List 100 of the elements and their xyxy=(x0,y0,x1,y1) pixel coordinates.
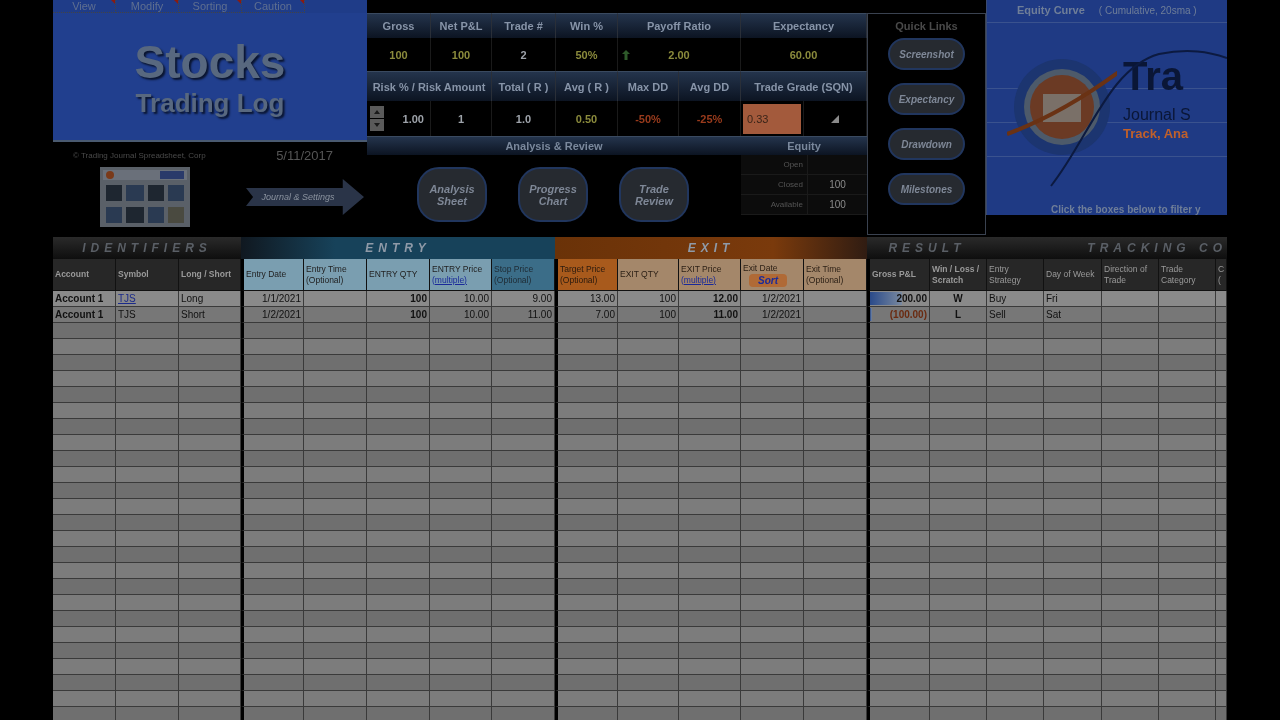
header-label: ENTRY Price xyxy=(432,263,484,275)
chart-subtitle: ( Cumulative, 20sma ) xyxy=(1098,5,1197,16)
stat-header: Avg DD xyxy=(679,71,741,101)
header-note: Category xyxy=(1161,274,1197,286)
equity-label: Available xyxy=(741,195,808,214)
quick-link-button[interactable]: Milestones xyxy=(888,173,965,205)
header-label: Stop Price xyxy=(494,263,535,275)
multiple-link[interactable]: (multiple) xyxy=(681,274,738,286)
menu-tab[interactable]: Modify xyxy=(116,0,179,13)
stat-value: 100 xyxy=(389,48,408,61)
column-header: Account xyxy=(53,259,116,291)
header-note: ( xyxy=(1218,274,1222,286)
date-text: 5/11/2017 xyxy=(276,148,333,163)
header-label: Direction of xyxy=(1104,263,1148,275)
column-header: Day of Week xyxy=(1044,259,1102,291)
logo-tagline: Track, Ana xyxy=(1123,126,1189,141)
analysis-button[interactable]: Trade Review xyxy=(619,167,689,222)
column-header: Symbol xyxy=(116,259,179,291)
stat-header: Total ( R ) xyxy=(492,71,556,101)
sort-button[interactable]: Sort xyxy=(749,273,787,287)
section-header: Equity xyxy=(741,136,867,155)
header-note: (Optional) xyxy=(306,274,345,286)
up-triangle-icon xyxy=(374,110,380,114)
stat-value: 2 xyxy=(520,48,527,61)
spin-down-button[interactable] xyxy=(370,119,384,131)
title-text: Stocks xyxy=(134,35,286,88)
header-note: Scratch xyxy=(932,274,965,286)
stat-header: Gross xyxy=(367,13,431,38)
quick-link-button[interactable]: Screenshot xyxy=(888,38,965,70)
logo-text: Journal S xyxy=(1123,106,1191,124)
stat-header: Expectancy xyxy=(741,13,867,38)
stat-header: Risk % / Risk Amount xyxy=(367,71,492,101)
analysis-button[interactable]: Progress Chart xyxy=(518,167,588,222)
analysis-button[interactable]: Analysis Sheet xyxy=(417,167,487,222)
quick-link-button[interactable]: Expectancy xyxy=(888,83,965,115)
menu-tab[interactable]: Caution xyxy=(242,0,305,13)
header-note: Trade xyxy=(1104,274,1127,286)
logo-text: Tra xyxy=(1123,54,1184,99)
header-label: Target Price xyxy=(560,263,607,275)
section-header: Analysis & Review xyxy=(367,136,741,155)
stat-value: -25% xyxy=(696,112,723,125)
equity-label: Open xyxy=(741,155,808,174)
equity-label: Closed xyxy=(741,175,808,194)
stat-header: Payoff Ratio xyxy=(618,13,741,38)
down-triangle-icon xyxy=(374,123,380,127)
menu-tab[interactable]: Sorting xyxy=(179,0,242,13)
chart-title: Equity Curve xyxy=(1017,4,1085,16)
spin-up-button[interactable] xyxy=(370,106,384,118)
stat-value: 1.0 xyxy=(515,112,532,125)
stat-value: 100 xyxy=(451,48,471,61)
equity-value: 100 xyxy=(828,198,847,212)
header-label: Entry Time xyxy=(306,263,348,275)
subtitle-text: Trading Log xyxy=(135,87,285,118)
stat-value: 1.00 xyxy=(402,112,424,125)
stat-value: 0.50 xyxy=(575,112,598,125)
chart-note: Click the boxes below to filter y xyxy=(1051,204,1201,215)
column-header: ENTRY QTY xyxy=(367,259,430,291)
stat-value: 2.00 xyxy=(668,48,690,61)
table-cell-text: (100.00) xyxy=(888,308,928,322)
header-note: Strategy xyxy=(989,274,1022,286)
header-note: (Optional) xyxy=(494,274,533,286)
column-header: Long / Short xyxy=(179,259,241,291)
stat-value: -50% xyxy=(635,112,661,125)
section-band: ENTRY xyxy=(241,237,555,259)
grade-value: 0.33 xyxy=(743,103,801,134)
section-band: RESULT xyxy=(867,237,987,259)
stat-value: 1 xyxy=(457,112,465,125)
stat-header: Trade Grade (SQN) xyxy=(741,71,867,101)
section-band: TRACKING CO xyxy=(987,237,1227,259)
multiple-link[interactable]: (multiple) xyxy=(432,274,489,286)
stat-header: Net P&L xyxy=(431,13,492,38)
header-note: (Optional) xyxy=(560,274,599,286)
signal-icon xyxy=(831,114,839,123)
stat-header: Win % xyxy=(556,13,618,38)
header-label: C xyxy=(1218,263,1224,275)
header-label: Trade xyxy=(1161,263,1184,275)
equity-value: 100 xyxy=(828,178,847,192)
stat-header: Avg ( R ) xyxy=(556,71,618,101)
up-arrow-icon xyxy=(622,50,630,60)
panel-title: Quick Links xyxy=(895,20,958,32)
header-label: Exit Date xyxy=(743,262,779,274)
stat-header: Trade # xyxy=(492,13,556,38)
header-label: Entry xyxy=(989,263,1010,275)
quick-link-button[interactable]: Drawdown xyxy=(888,128,965,160)
copyright-text: © Trading Journal Spreadsheet, Corp xyxy=(73,151,206,160)
header-label: Win / Loss / xyxy=(932,263,981,275)
column-header: Entry Date xyxy=(241,259,304,291)
stat-header: Max DD xyxy=(618,71,679,101)
table-cell-text: 200.00 xyxy=(895,292,928,306)
journal-settings-button[interactable]: Journal & Settings xyxy=(246,179,364,215)
menu-tab[interactable]: View xyxy=(53,0,116,13)
column-header: EXIT QTY xyxy=(618,259,679,291)
stat-value: 60.00 xyxy=(789,48,818,61)
section-band: EXIT xyxy=(555,237,867,259)
header-label: Exit Time xyxy=(806,263,842,275)
header-label: EXIT Price xyxy=(681,263,723,275)
stat-value: 50% xyxy=(575,48,598,61)
column-header: Gross P&L xyxy=(867,259,930,291)
section-band: IDENTIFIERS xyxy=(53,237,241,259)
header-note: (Optional) xyxy=(806,274,845,286)
